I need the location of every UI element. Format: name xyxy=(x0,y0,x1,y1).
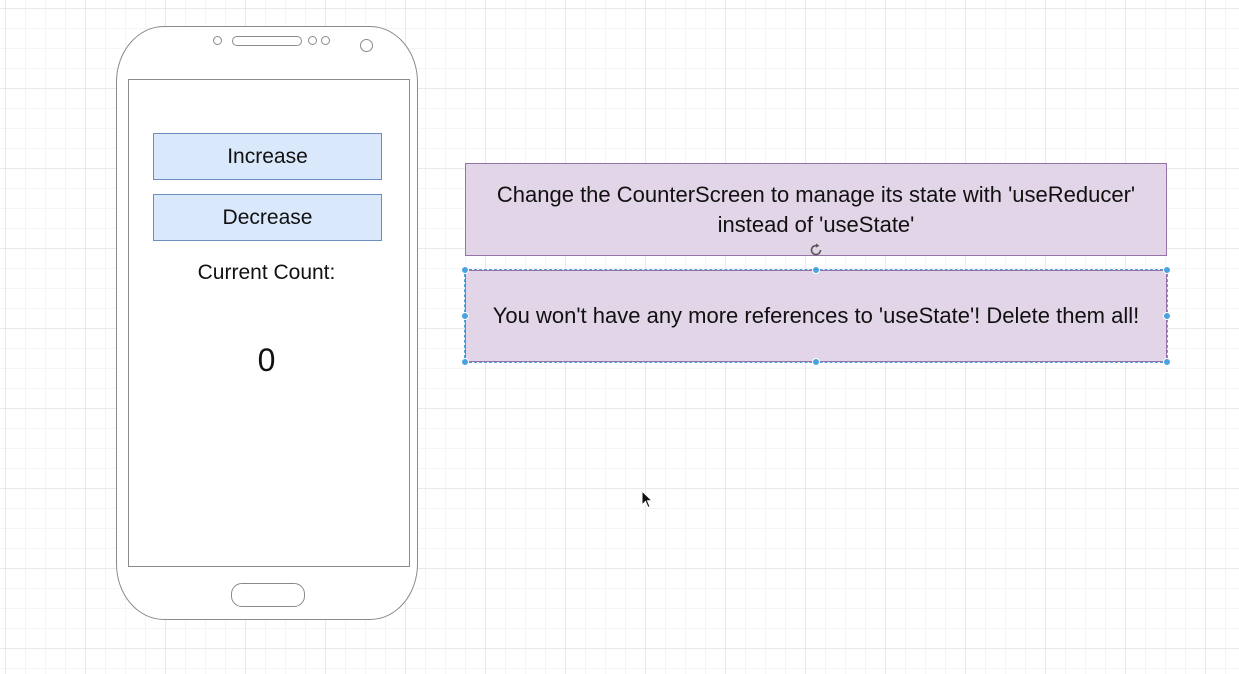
phone-speaker xyxy=(232,36,302,46)
resize-handle-right[interactable] xyxy=(1163,312,1171,320)
diagram-canvas[interactable]: Increase Decrease Current Count: 0 Chang… xyxy=(0,0,1239,674)
increase-button[interactable]: Increase xyxy=(153,133,382,180)
phone-sensor-dot xyxy=(213,36,222,45)
rotate-icon[interactable] xyxy=(808,242,824,258)
selected-note[interactable]: You won't have any more references to 'u… xyxy=(464,269,1168,363)
task-note-text: Change the CounterScreen to manage its s… xyxy=(496,181,1136,237)
resize-handle-bottom-right[interactable] xyxy=(1163,358,1171,366)
resize-handle-bottom[interactable] xyxy=(812,358,820,366)
current-count-value: 0 xyxy=(257,342,276,378)
current-count-label: Current Count: xyxy=(197,261,336,284)
resize-handle-top-right[interactable] xyxy=(1163,266,1171,274)
resize-handle-top[interactable] xyxy=(812,266,820,274)
phone-sensor-dot xyxy=(321,36,330,45)
selected-note-text: You won't have any more references to 'u… xyxy=(492,303,1140,328)
decrease-button[interactable]: Decrease xyxy=(153,194,382,241)
phone-home-button xyxy=(231,583,305,607)
resize-handle-bottom-left[interactable] xyxy=(461,358,469,366)
phone-camera xyxy=(360,39,373,52)
resize-handle-left[interactable] xyxy=(461,312,469,320)
mouse-pointer-icon xyxy=(641,489,654,510)
resize-handle-top-left[interactable] xyxy=(461,266,469,274)
phone-sensor-dot xyxy=(308,36,317,45)
phone-mockup[interactable]: Increase Decrease Current Count: 0 xyxy=(116,26,418,620)
phone-screen: Increase Decrease Current Count: 0 xyxy=(128,79,410,567)
